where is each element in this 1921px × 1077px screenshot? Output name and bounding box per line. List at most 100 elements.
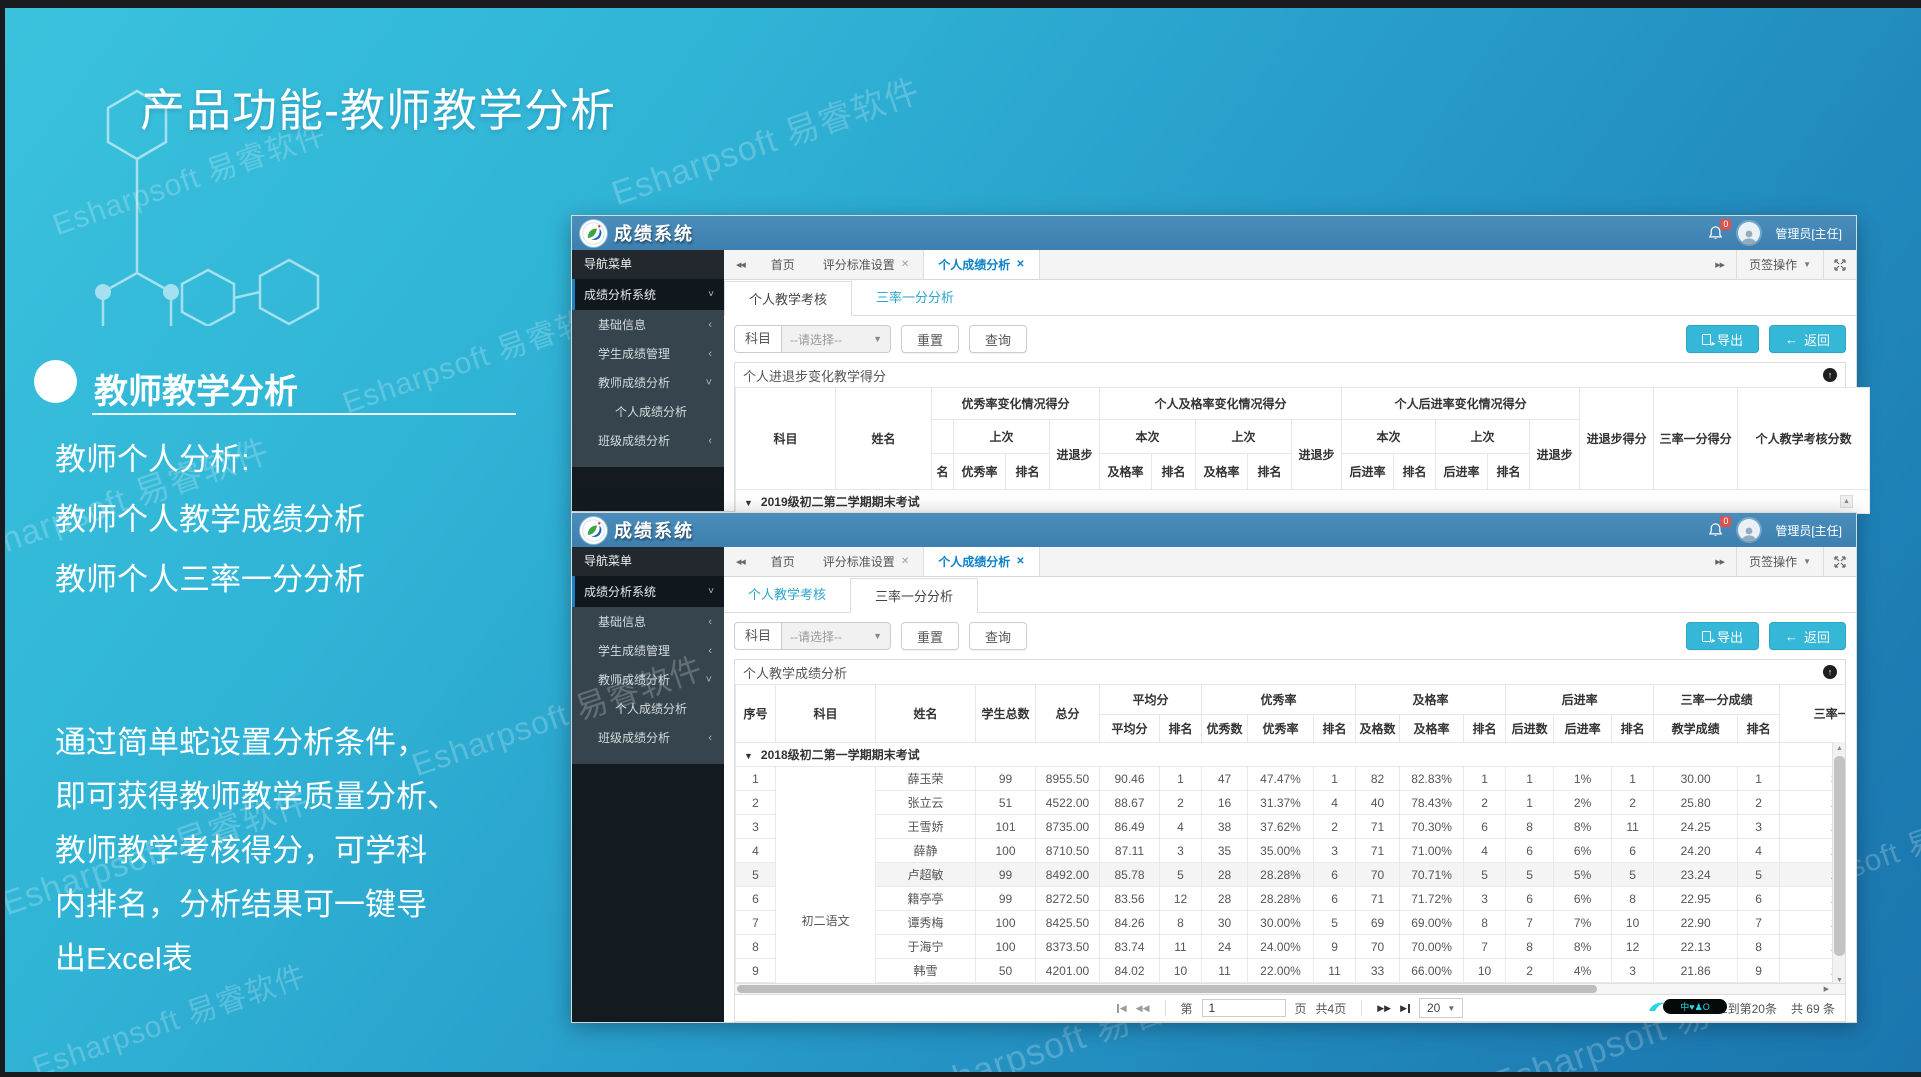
back-button[interactable]: ← 返回 (1769, 622, 1846, 650)
cell: 100 (976, 839, 1036, 863)
fullscreen-icon[interactable] (1824, 547, 1856, 576)
export-button[interactable]: 导出 (1686, 622, 1759, 650)
sidebar-item-label: 班级成绩分析 (598, 432, 670, 449)
sidebar-item-label: 学生成绩管理 (598, 345, 670, 362)
subtab-personal-teaching-assessment[interactable]: 个人教学考核 (724, 281, 852, 316)
total-pages-label: 共4页 (1316, 1000, 1347, 1017)
close-tab-icon[interactable]: ✕ (901, 556, 909, 567)
col-assessment-score: 个人教学考核分数 (1738, 388, 1870, 490)
paragraph-line: 教师教学考核得分，可学科 (55, 824, 458, 878)
tab-0[interactable]: 首页 (757, 547, 809, 576)
vertical-scrollbar[interactable]: ▲ ▼ (1832, 742, 1845, 983)
cell: 2 (1738, 791, 1780, 815)
sidebar-item-3[interactable]: 个人成绩分析 (572, 694, 724, 723)
sidebar-title: 导航菜单 (572, 250, 724, 279)
exam-group-row[interactable]: ▼2019级初二第二学期期末考试 (736, 490, 1870, 514)
sidebar-item-1[interactable]: 学生成绩管理‹ (572, 636, 724, 665)
col-group-pass: 及格率 (1356, 685, 1506, 715)
reset-button[interactable]: 重置 (901, 325, 959, 353)
section-lines: 教师个人分析: 教师个人教学成绩分析 教师个人三率一分分析 (55, 430, 365, 610)
cell: 6 (1314, 887, 1356, 911)
close-tab-icon[interactable]: ✕ (1016, 556, 1024, 567)
scrollbar-thumb[interactable] (737, 985, 1597, 993)
tab-strip: ◀◀ 首页评分标准设置✕个人成绩分析✕ ▶▶ 页签操作▼ (724, 250, 1856, 280)
export-button[interactable]: 导出 (1686, 325, 1759, 353)
scroll-down-icon[interactable]: ▼ (1833, 974, 1845, 983)
cell: 40 (1356, 791, 1400, 815)
avatar[interactable] (1738, 519, 1760, 541)
subject-select[interactable]: --请选择-- ▼ (781, 325, 891, 353)
notifications-bell-icon[interactable]: 0 (1708, 522, 1723, 538)
sidebar-item-0[interactable]: 基础信息‹ (572, 607, 724, 636)
first-page-button[interactable]: ◀ (1117, 1003, 1127, 1014)
cell: 5% (1554, 863, 1612, 887)
reset-button[interactable]: 重置 (901, 622, 959, 650)
current-user[interactable]: 管理员[主任] (1775, 522, 1842, 539)
back-button[interactable]: ← 返回 (1769, 325, 1846, 353)
sidebar-item-2[interactable]: 教师成绩分析˅ (572, 665, 724, 694)
tab-0[interactable]: 首页 (757, 250, 809, 279)
section-bullet (34, 360, 77, 403)
scroll-tabs-icon[interactable]: ▶▶ (1703, 250, 1736, 279)
col-group-excellent: 优秀率 (1202, 685, 1356, 715)
scroll-up-icon[interactable]: ▲ (1840, 495, 1853, 508)
cell: 1 (1160, 767, 1202, 791)
sidebar-item-3[interactable]: 个人成绩分析 (572, 397, 724, 426)
scrollbar-thumb[interactable] (1834, 756, 1845, 956)
chevron-down-icon: ˅ (706, 674, 712, 686)
cell: 8 (1612, 887, 1654, 911)
subtab-three-rates-one-score[interactable]: 三率一分分析 (852, 280, 978, 315)
molecule-decoration (36, 26, 326, 326)
tab-2[interactable]: 个人成绩分析✕ (923, 547, 1039, 576)
tab-1[interactable]: 评分标准设置✕ (809, 250, 923, 279)
cell: 11 (1202, 959, 1248, 983)
export-file-icon (1702, 631, 1711, 642)
sidebar-item-score-analysis-system[interactable]: 成绩分析系统 ˅ (572, 576, 724, 607)
collapse-panel-icon[interactable]: ↑ (1823, 368, 1837, 382)
tab-operations-menu[interactable]: 页签操作▼ (1736, 547, 1824, 576)
prev-page-button[interactable]: ◀◀ (1136, 1003, 1150, 1014)
scroll-up-icon[interactable]: ▲ (1833, 742, 1845, 755)
search-button[interactable]: 查询 (969, 325, 1027, 353)
search-button[interactable]: 查询 (969, 622, 1027, 650)
last-page-button[interactable]: ▶ (1400, 1003, 1410, 1014)
avatar[interactable] (1738, 222, 1760, 244)
subject-select[interactable]: --请选择-- ▼ (781, 622, 891, 650)
current-user[interactable]: 管理员[主任] (1775, 225, 1842, 242)
table-row: 1初二语文薛玉荣998955.5090.4614747.47%18282.83%… (736, 767, 1846, 791)
next-page-button[interactable]: ▶▶ (1377, 1003, 1391, 1014)
sidebar-item-1[interactable]: 学生成绩管理‹ (572, 339, 724, 368)
notifications-bell-icon[interactable]: 0 (1708, 225, 1723, 241)
sidebar-item-4[interactable]: 班级成绩分析‹ (572, 426, 724, 455)
cell: 1% (1554, 767, 1612, 791)
collapse-tabs-icon[interactable]: ◀◀ (724, 547, 757, 576)
page-input[interactable] (1202, 999, 1286, 1017)
cell: 30.00 (1654, 767, 1738, 791)
close-tab-icon[interactable]: ✕ (901, 259, 909, 270)
sidebar-item-4[interactable]: 班级成绩分析‹ (572, 723, 724, 752)
cell: 23.24 (1654, 863, 1738, 887)
fullscreen-icon[interactable] (1824, 250, 1856, 279)
cell: 4522.00 (1036, 791, 1100, 815)
table-row: 3王雪娇1018735.0086.4943837.62%27170.30%688… (736, 815, 1846, 839)
tab-2[interactable]: 个人成绩分析✕ (923, 250, 1039, 279)
table-row: 8于海宁1008373.5083.74112424.00%97070.00%78… (736, 935, 1846, 959)
cell: 8 (1506, 815, 1554, 839)
exam-group-row[interactable]: ▼2018级初二第一学期期末考试 (736, 743, 1846, 767)
tab-1[interactable]: 评分标准设置✕ (809, 547, 923, 576)
collapse-tabs-icon[interactable]: ◀◀ (724, 250, 757, 279)
subtab-three-rates-one-score[interactable]: 三率一分分析 (850, 578, 978, 613)
subtab-personal-teaching-assessment[interactable]: 个人教学考核 (724, 577, 850, 612)
sidebar-item-score-analysis-system[interactable]: 成绩分析系统 ˅ (572, 279, 724, 310)
collapse-panel-icon[interactable]: ↑ (1823, 665, 1837, 679)
cell: 8272.50 (1036, 887, 1100, 911)
tab-operations-menu[interactable]: 页签操作▼ (1736, 250, 1824, 279)
sidebar-item-0[interactable]: 基础信息‹ (572, 310, 724, 339)
sidebar-item-2[interactable]: 教师成绩分析˅ (572, 368, 724, 397)
horizontal-scrollbar[interactable]: ▶ (735, 983, 1845, 994)
page-size-select[interactable]: 20 ▼ (1419, 998, 1463, 1018)
close-tab-icon[interactable]: ✕ (1016, 259, 1024, 270)
scroll-tabs-icon[interactable]: ▶▶ (1703, 547, 1736, 576)
col-group-behind-change: 个人后进率变化情况得分 (1342, 388, 1580, 420)
cell: 24.20 (1654, 839, 1738, 863)
